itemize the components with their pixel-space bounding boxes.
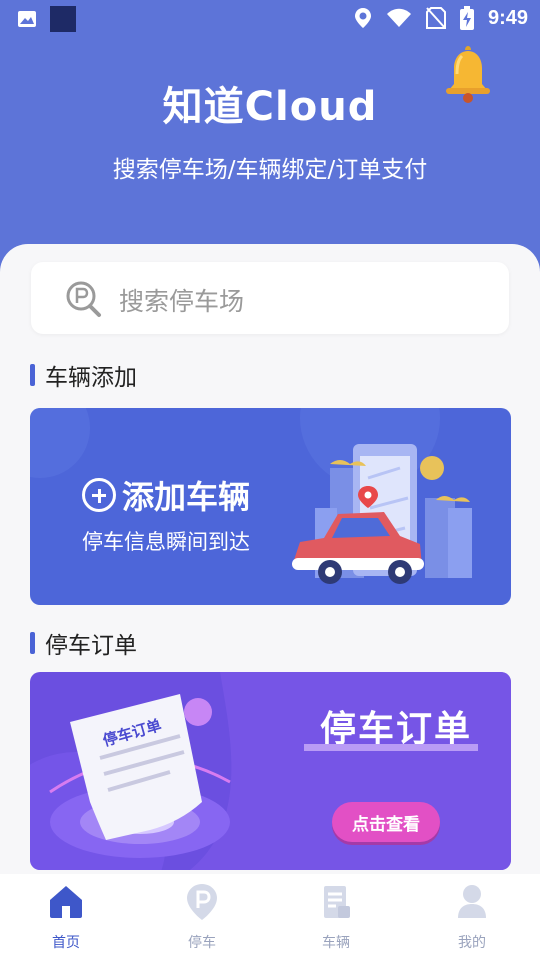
section-accent-bar xyxy=(30,632,35,654)
section-accent-bar xyxy=(30,364,35,386)
location-icon xyxy=(354,8,371,28)
home-icon xyxy=(50,886,82,918)
app-title: 知道Cloud xyxy=(162,84,378,130)
section-title-vehicle-label: 车辆添加 xyxy=(45,365,137,391)
content-panel: 搜索停车场 车辆添加 添加车辆 停车信息瞬间到达 停车订单 停车订单 停车订单 … xyxy=(0,244,540,874)
search-input[interactable]: 搜索停车场 xyxy=(119,282,244,318)
nav-label-vehicle: 车辆 xyxy=(322,935,350,951)
nav-item-parking[interactable]: 停车 xyxy=(162,882,242,952)
search-bar[interactable]: 搜索停车场 xyxy=(31,262,509,334)
section-title-order-label: 停车订单 xyxy=(45,633,137,659)
parking-order-card[interactable]: 停车订单 停车订单 点击查看 xyxy=(30,672,511,870)
add-circle-icon xyxy=(82,478,116,512)
nav-label-parking: 停车 xyxy=(188,935,216,951)
parking-search-icon xyxy=(66,281,101,317)
nav-item-vehicle[interactable]: 车辆 xyxy=(296,882,376,952)
status-bar: 9:49 xyxy=(0,0,540,36)
view-order-button[interactable]: 点击查看 xyxy=(332,802,440,842)
add-vehicle-subtitle: 停车信息瞬间到达 xyxy=(82,530,250,554)
app-subtitle: 搜索停车场/车辆绑定/订单支付 xyxy=(112,157,428,183)
gallery-icon xyxy=(18,11,36,27)
user-icon xyxy=(458,885,486,918)
square-app-icon xyxy=(50,6,76,32)
add-vehicle-title-text: 添加车辆 xyxy=(122,478,251,516)
title-underline xyxy=(304,744,478,751)
section-title-order: 停车订单 xyxy=(30,630,137,659)
vehicle-doc-icon xyxy=(324,886,350,918)
no-sim-icon xyxy=(425,7,446,29)
parking-pin-icon xyxy=(187,884,217,920)
add-vehicle-title: 添加车辆 xyxy=(82,472,250,518)
status-time: 9:49 xyxy=(487,6,528,29)
bottom-nav: 首页 停车 车辆 我的 xyxy=(0,874,540,960)
battery-charging-icon xyxy=(459,6,474,30)
nav-item-home[interactable]: 首页 xyxy=(26,882,106,952)
nav-item-mine[interactable]: 我的 xyxy=(432,882,512,952)
nav-label-mine: 我的 xyxy=(458,935,486,951)
nav-label-home: 首页 xyxy=(52,935,80,951)
add-vehicle-card[interactable]: 添加车辆 停车信息瞬间到达 xyxy=(30,408,511,605)
wifi-icon xyxy=(386,8,411,27)
section-title-vehicle: 车辆添加 xyxy=(30,362,137,391)
